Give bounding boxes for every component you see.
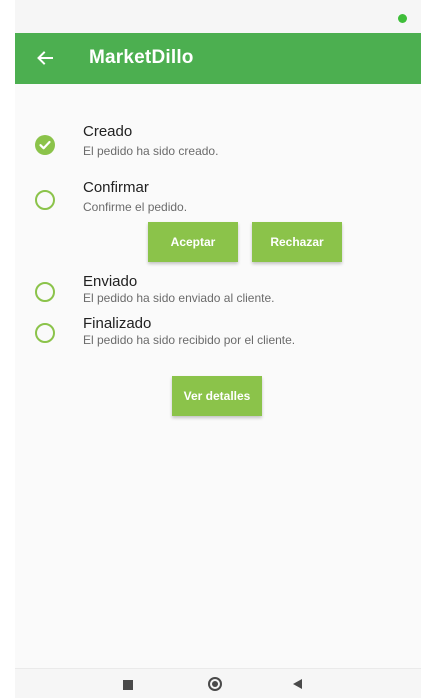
back-button[interactable] xyxy=(31,44,59,72)
back-triangle-icon[interactable] xyxy=(293,679,302,689)
home-circle-icon[interactable] xyxy=(208,677,222,691)
step-subtitle: Confirme el pedido. xyxy=(83,200,188,214)
phone-screen: MarketDillo Creado El pedido ha sido cre… xyxy=(15,0,421,698)
accept-button[interactable]: Aceptar xyxy=(148,222,238,262)
step-title: Enviado xyxy=(83,273,138,290)
notification-dot-icon xyxy=(398,14,407,23)
system-nav-bar xyxy=(15,668,421,698)
arrow-left-icon xyxy=(37,51,53,65)
app-title: MarketDillo xyxy=(89,47,194,68)
status-bar xyxy=(15,0,421,33)
step-title: Finalizado xyxy=(83,315,152,332)
recents-square-icon[interactable] xyxy=(123,680,133,690)
step-subtitle: El pedido ha sido enviado al cliente. xyxy=(83,291,275,305)
check-circle-icon xyxy=(35,135,55,155)
step-title: Creado xyxy=(83,123,133,140)
reject-button[interactable]: Rechazar xyxy=(252,222,342,262)
step-subtitle: El pedido ha sido creado. xyxy=(83,144,219,158)
view-details-button[interactable]: Ver detalles xyxy=(172,376,262,416)
step-title: Confirmar xyxy=(83,179,149,196)
circle-outline-icon xyxy=(35,282,55,302)
circle-outline-icon xyxy=(35,323,55,343)
circle-outline-icon xyxy=(35,190,55,210)
step-subtitle: El pedido ha sido recibido por el client… xyxy=(83,333,296,347)
app-bar: MarketDillo xyxy=(15,33,421,84)
